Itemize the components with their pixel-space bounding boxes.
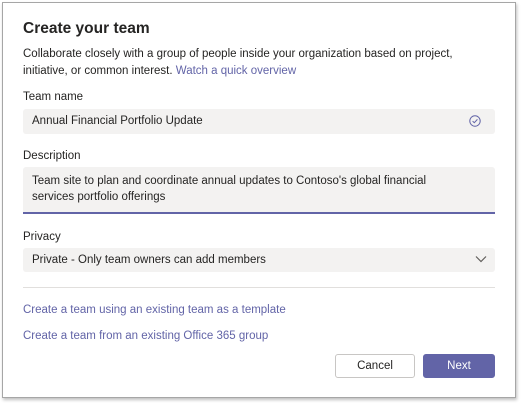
description-value: Team site to plan and coordinate annual … bbox=[32, 175, 427, 203]
dialog-title: Create your team bbox=[23, 20, 150, 37]
privacy-label: Privacy bbox=[23, 231, 61, 243]
next-button[interactable]: Next bbox=[423, 354, 495, 378]
watch-overview-link[interactable]: Watch a quick overview bbox=[176, 65, 296, 77]
cancel-button[interactable]: Cancel bbox=[335, 354, 415, 378]
privacy-dropdown[interactable]: Private - Only team owners can add membe… bbox=[23, 248, 495, 272]
team-name-value: Annual Financial Portfolio Update bbox=[32, 115, 203, 127]
description-label: Description bbox=[23, 150, 81, 162]
chevron-down-icon bbox=[475, 256, 487, 263]
create-from-template-link[interactable]: Create a team using an existing team as … bbox=[23, 304, 286, 316]
description-textarea[interactable]: Team site to plan and coordinate annual … bbox=[23, 167, 495, 214]
privacy-selected-value: Private - Only team owners can add membe… bbox=[32, 254, 266, 266]
check-circle-icon bbox=[469, 115, 481, 127]
create-from-office365-group-link[interactable]: Create a team from an existing Office 36… bbox=[23, 330, 268, 342]
team-name-field[interactable]: Annual Financial Portfolio Update bbox=[23, 109, 495, 134]
create-team-dialog: Create your team Collaborate closely wit… bbox=[2, 2, 516, 398]
dialog-description: Collaborate closely with a group of peop… bbox=[23, 46, 493, 80]
team-name-label: Team name bbox=[23, 91, 84, 103]
divider bbox=[23, 287, 495, 288]
